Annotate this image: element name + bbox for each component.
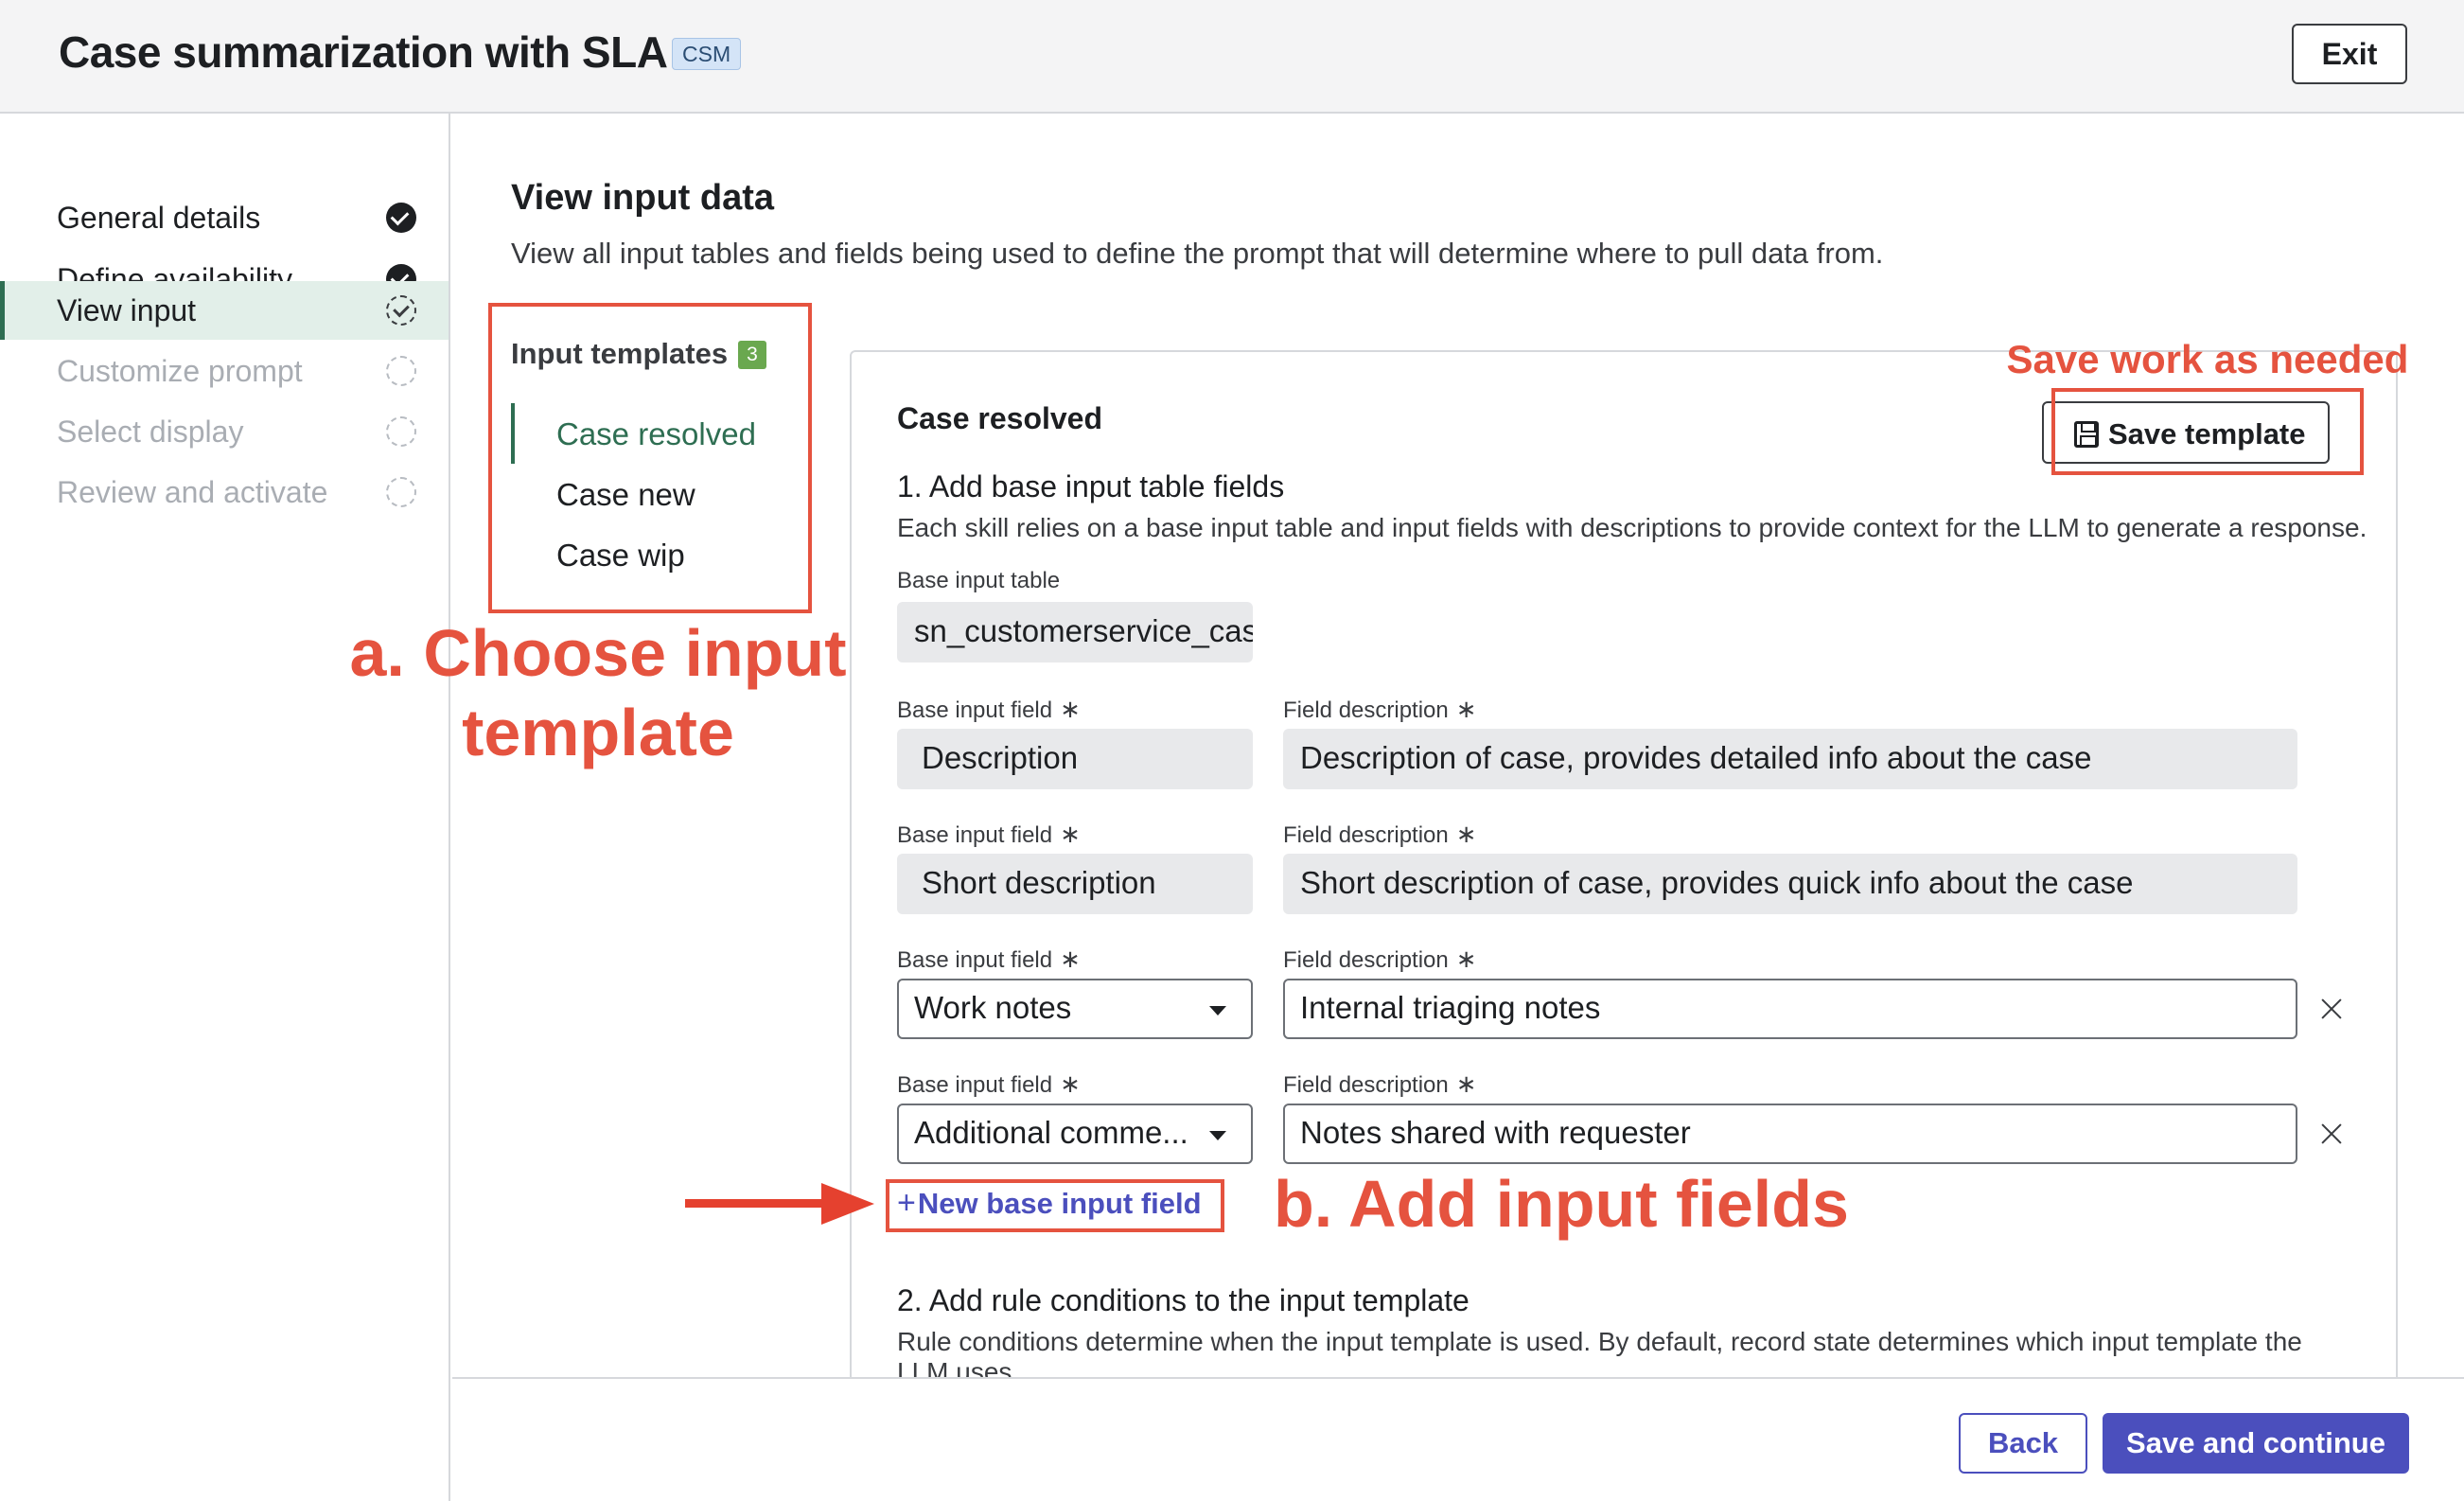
pending-icon bbox=[386, 356, 416, 386]
field-description-label: Field description ∗ bbox=[1283, 820, 1477, 849]
save-and-continue-button[interactable]: Save and continue bbox=[2103, 1413, 2409, 1474]
sidebar-item-review-activate: Review and activate bbox=[0, 463, 449, 521]
remove-field-icon[interactable] bbox=[2316, 994, 2347, 1024]
annotation-arrow-icon bbox=[821, 1183, 874, 1225]
remove-field-icon[interactable] bbox=[2316, 1119, 2347, 1149]
sidebar-item-label: Customize prompt bbox=[57, 354, 303, 388]
save-template-highlight-box bbox=[2051, 388, 2364, 475]
required-mark: ∗ bbox=[1060, 945, 1081, 973]
annotation-add-fields: b. Add input fields bbox=[1274, 1167, 1849, 1241]
base-table-label: Base input table bbox=[897, 568, 1061, 593]
complete-check-icon bbox=[386, 203, 416, 233]
field-label-text: Base input field bbox=[897, 698, 1053, 723]
template-highlight-box bbox=[488, 303, 812, 613]
desc-label-text: Field description bbox=[1283, 822, 1449, 848]
annotation-save-work: Save work as needed bbox=[2006, 337, 2409, 381]
annotation-arrow-shaft bbox=[685, 1199, 827, 1208]
field-description-readonly: Short description of case, provides quic… bbox=[1283, 854, 2297, 914]
sidebar-item-general-details[interactable]: General details bbox=[0, 188, 449, 247]
base-input-field-select[interactable]: Work notes bbox=[897, 979, 1253, 1039]
pending-icon bbox=[386, 477, 416, 507]
exit-button[interactable]: Exit bbox=[2292, 24, 2407, 84]
desc-label-text: Field description bbox=[1283, 698, 1449, 723]
field-label-text: Base input field bbox=[897, 947, 1053, 973]
field-description-readonly: Description of case, provides detailed i… bbox=[1283, 729, 2297, 789]
annotation-choose-template: a. Choose input template bbox=[349, 616, 847, 769]
base-input-field-label: Base input field ∗ bbox=[897, 945, 1081, 974]
desc-label-text: Field description bbox=[1283, 947, 1449, 973]
base-input-field-label: Base input field ∗ bbox=[897, 1069, 1081, 1099]
sidebar-item-label: View input bbox=[57, 293, 197, 327]
select-value: Work notes bbox=[914, 990, 1072, 1025]
step2-description: Rule conditions determine when the input… bbox=[897, 1327, 2302, 1377]
base-input-field-select[interactable]: Additional comme... bbox=[897, 1104, 1253, 1164]
required-mark: ∗ bbox=[1455, 695, 1477, 723]
top-bar: Case summarization with SLA CSM Exit bbox=[0, 0, 2464, 114]
select-value: Additional comme... bbox=[914, 1115, 1188, 1150]
field-description-input[interactable]: Internal triaging notes bbox=[1283, 979, 2297, 1039]
section-subtitle: View all input tables and fields being u… bbox=[511, 237, 1884, 270]
page-title: Case summarization with SLA bbox=[59, 27, 668, 77]
step1-title: 1. Add base input table fields bbox=[897, 469, 1285, 503]
sidebar-item-label: Select display bbox=[57, 415, 244, 449]
desc-label-text: Field description bbox=[1283, 1072, 1449, 1098]
new-field-highlight-box bbox=[886, 1179, 1224, 1232]
base-table-field: sn_customerservice_cas bbox=[897, 602, 1253, 662]
field-description-label: Field description ∗ bbox=[1283, 1069, 1477, 1099]
base-input-field-readonly: Description bbox=[897, 729, 1253, 789]
sidebar-item-customize-prompt: Customize prompt bbox=[0, 342, 449, 400]
field-label-text: Base input field bbox=[897, 822, 1053, 848]
required-mark: ∗ bbox=[1060, 1069, 1081, 1098]
sidebar-item-label: Review and activate bbox=[57, 475, 328, 509]
field-description-label: Field description ∗ bbox=[1283, 945, 1477, 974]
sidebar-item-label: General details bbox=[57, 201, 261, 235]
required-mark: ∗ bbox=[1060, 820, 1081, 848]
base-input-field-label: Base input field ∗ bbox=[897, 695, 1081, 724]
field-label-text: Base input field bbox=[897, 1072, 1053, 1098]
required-mark: ∗ bbox=[1455, 1069, 1477, 1098]
back-button[interactable]: Back bbox=[1959, 1413, 2087, 1474]
required-mark: ∗ bbox=[1455, 820, 1477, 848]
required-mark: ∗ bbox=[1455, 945, 1477, 973]
footer-bar: Back Save and continue bbox=[452, 1377, 2464, 1501]
in-progress-icon bbox=[386, 295, 416, 326]
step1-description: Each skill relies on a base input table … bbox=[897, 513, 2367, 542]
section-title: View input data bbox=[511, 178, 775, 218]
base-input-field-readonly: Short description bbox=[897, 854, 1253, 914]
pending-icon bbox=[386, 416, 416, 447]
field-description-input[interactable]: Notes shared with requester bbox=[1283, 1104, 2297, 1164]
caret-down-icon bbox=[1209, 1131, 1226, 1140]
step-sidebar: General details Define availability View… bbox=[0, 114, 450, 1501]
step2-title: 2. Add rule conditions to the input temp… bbox=[897, 1283, 1470, 1317]
base-input-field-label: Base input field ∗ bbox=[897, 820, 1081, 849]
card-title: Case resolved bbox=[897, 401, 1103, 435]
app-badge: CSM bbox=[672, 38, 742, 70]
required-mark: ∗ bbox=[1060, 695, 1081, 723]
caret-down-icon bbox=[1209, 1006, 1226, 1015]
sidebar-item-view-input[interactable]: View input bbox=[0, 281, 449, 340]
sidebar-item-select-display: Select display bbox=[0, 402, 449, 461]
field-description-label: Field description ∗ bbox=[1283, 695, 1477, 724]
